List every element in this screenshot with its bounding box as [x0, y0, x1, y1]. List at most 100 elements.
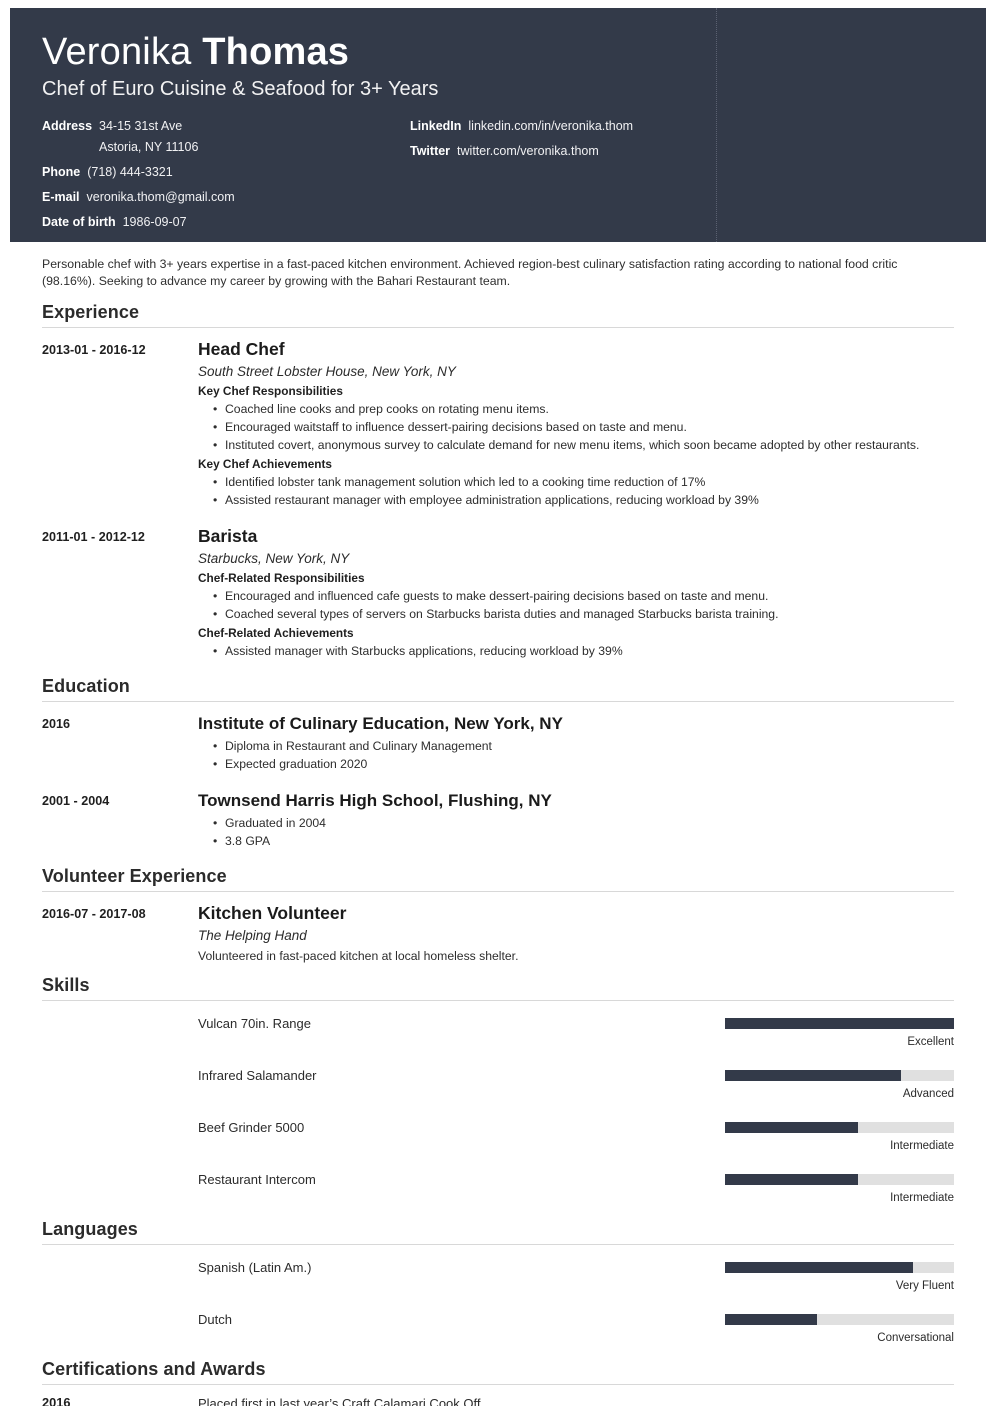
skill-name: Infrared Salamander — [198, 1068, 317, 1083]
certification-row: 2016 Placed first in last year’s Craft C… — [42, 1395, 954, 1406]
skill-bar-track — [725, 1018, 954, 1029]
skill-bar-track — [725, 1070, 954, 1081]
skill-row: Restaurant Intercom Intermediate — [42, 1167, 954, 1206]
entry-dates: 2016-07 - 2017-08 — [42, 907, 146, 921]
entry-description: Volunteered in fast-paced kitchen at loc… — [198, 949, 519, 963]
language-bar-track — [725, 1314, 954, 1325]
language-meter: Very Fluent — [696, 1255, 954, 1294]
skill-bar-fill — [725, 1122, 858, 1133]
entry-dates: 2001 - 2004 — [42, 794, 110, 808]
entry-organization: The Helping Hand — [198, 928, 307, 943]
last-name: Thomas — [202, 31, 350, 73]
entry-organization: Starbucks, New York, NY — [198, 551, 350, 566]
list-item: Assisted restaurant manager with employe… — [213, 491, 954, 509]
language-bar-fill — [725, 1314, 817, 1325]
entry-organization: South Street Lobster House, New York, NY — [198, 364, 456, 379]
skill-row: Vulcan 70in. Range Excellent — [42, 1011, 954, 1050]
professional-summary: Personable chef with 3+ years expertise … — [42, 257, 898, 288]
list-item: Instituted covert, anonymous survey to c… — [213, 436, 954, 454]
skill-level-label: Intermediate — [890, 1140, 954, 1152]
contact-value: (718) 444-3321 — [87, 165, 173, 179]
list-item: Graduated in 2004 — [213, 814, 954, 832]
entry-details: Kitchen Volunteer The Helping Hand Volun… — [198, 902, 954, 965]
entry-bullet-list: Encouraged and influenced cafe guests to… — [198, 587, 954, 623]
entry-subheading: Key Chef Achievements — [198, 457, 332, 471]
certification-year: 2016 — [42, 1395, 71, 1406]
language-name: Spanish (Latin Am.) — [198, 1260, 312, 1275]
entry-dates: 2013-01 - 2016-12 — [42, 343, 146, 357]
resume-header: Veronika Thomas Chef of Euro Cuisine & S… — [10, 8, 986, 242]
skill-level-label: Advanced — [902, 1088, 954, 1100]
entry-details: Barista Starbucks, New York, NY Chef-Rel… — [198, 525, 954, 662]
entry-bullet-list: Coached line cooks and prep cooks on rot… — [198, 400, 954, 454]
skill-bar-fill — [725, 1018, 954, 1029]
list-item: 3.8 GPA — [213, 832, 954, 850]
entry-bullet-list: Diploma in Restaurant and Culinary Manag… — [198, 737, 954, 773]
education-entry: 2016 Institute of Culinary Education, Ne… — [42, 712, 954, 775]
language-level-label: Conversational — [877, 1332, 954, 1344]
section-heading-certifications: Certifications and Awards — [42, 1359, 954, 1385]
skill-name: Vulcan 70in. Range — [198, 1016, 311, 1031]
skill-level-label: Intermediate — [890, 1192, 954, 1204]
header-vertical-divider — [716, 8, 717, 242]
section-heading-volunteer: Volunteer Experience — [42, 866, 954, 892]
contact-value: 1986-09-07 — [122, 215, 187, 229]
certification-text: Placed first in last year’s Craft Calama… — [198, 1396, 485, 1406]
contact-twitter[interactable]: Twitter twitter.com/veronika.thom — [410, 143, 954, 159]
page-title: Veronika Thomas — [42, 30, 954, 74]
first-name: Veronika — [42, 31, 192, 73]
school-name: Institute of Culinary Education, New Yor… — [198, 714, 563, 733]
skill-bar-track — [725, 1122, 954, 1133]
entry-dates: 2016 — [42, 717, 71, 731]
entry-subheading: Key Chef Responsibilities — [198, 384, 343, 398]
contact-value: linkedin.com/in/veronika.thom — [468, 119, 634, 133]
entry-role: Kitchen Volunteer — [198, 903, 347, 923]
entry-bullet-list: Identified lobster tank management solut… — [198, 473, 954, 509]
contact-value: twitter.com/veronika.thom — [457, 144, 599, 158]
address-line-1: 34-15 31st Ave — [99, 119, 183, 133]
section-heading-education: Education — [42, 676, 954, 702]
language-row: Spanish (Latin Am.) Very Fluent — [42, 1255, 954, 1294]
contact-label: E-mail — [42, 190, 80, 204]
list-item: Expected graduation 2020 — [213, 755, 954, 773]
list-item: Diploma in Restaurant and Culinary Manag… — [213, 737, 954, 755]
skill-meter: Excellent — [696, 1011, 954, 1050]
contact-grid: Address 34-15 31st Ave Astoria, NY 11106… — [42, 118, 954, 239]
language-meter: Conversational — [696, 1307, 954, 1346]
contact-email[interactable]: E-mail veronika.thom@gmail.com — [42, 189, 372, 205]
language-row: Dutch Conversational — [42, 1307, 954, 1346]
experience-entry: 2011-01 - 2012-12 Barista Starbucks, New… — [42, 525, 954, 662]
contact-column-right: LinkedIn linkedin.com/in/veronika.thom T… — [372, 118, 954, 239]
skill-meter: Intermediate — [696, 1167, 954, 1206]
contact-column-left: Address 34-15 31st Ave Astoria, NY 11106… — [42, 118, 372, 239]
entry-bullet-list: Graduated in 2004 3.8 GPA — [198, 814, 954, 850]
skill-bar-fill — [725, 1070, 902, 1081]
volunteer-entry: 2016-07 - 2017-08 Kitchen Volunteer The … — [42, 902, 954, 965]
skill-row: Beef Grinder 5000 Intermediate — [42, 1115, 954, 1154]
contact-phone: Phone (718) 444-3321 — [42, 164, 372, 180]
entry-dates: 2011-01 - 2012-12 — [42, 530, 145, 544]
language-bar-fill — [725, 1262, 913, 1273]
list-item: Encouraged and influenced cafe guests to… — [213, 587, 954, 605]
entry-details: Institute of Culinary Education, New Yor… — [198, 712, 954, 775]
skill-meter: Intermediate — [696, 1115, 954, 1154]
skill-name: Restaurant Intercom — [198, 1172, 316, 1187]
language-bar-track — [725, 1262, 954, 1273]
skill-row: Infrared Salamander Advanced — [42, 1063, 954, 1102]
skill-name: Beef Grinder 5000 — [198, 1120, 305, 1135]
skill-level-label: Excellent — [907, 1036, 954, 1048]
language-level-label: Very Fluent — [895, 1280, 954, 1292]
job-title: Chef of Euro Cuisine & Seafood for 3+ Ye… — [42, 78, 439, 100]
resume-body: Personable chef with 3+ years expertise … — [10, 242, 986, 1406]
skill-meter: Advanced — [696, 1063, 954, 1102]
contact-value: 34-15 31st Ave Astoria, NY 11106 — [99, 118, 198, 155]
list-item: Assisted manager with Starbucks applicat… — [213, 642, 954, 660]
contact-label: Phone — [42, 165, 81, 179]
entry-role: Barista — [198, 526, 258, 546]
section-heading-skills: Skills — [42, 975, 954, 1001]
skill-bar-track — [725, 1174, 954, 1185]
resume-sheet: Veronika Thomas Chef of Euro Cuisine & S… — [10, 8, 986, 1406]
contact-date-of-birth: Date of birth 1986-09-07 — [42, 214, 372, 230]
contact-label: Twitter — [410, 144, 451, 158]
contact-linkedin[interactable]: LinkedIn linkedin.com/in/veronika.thom — [410, 118, 954, 134]
